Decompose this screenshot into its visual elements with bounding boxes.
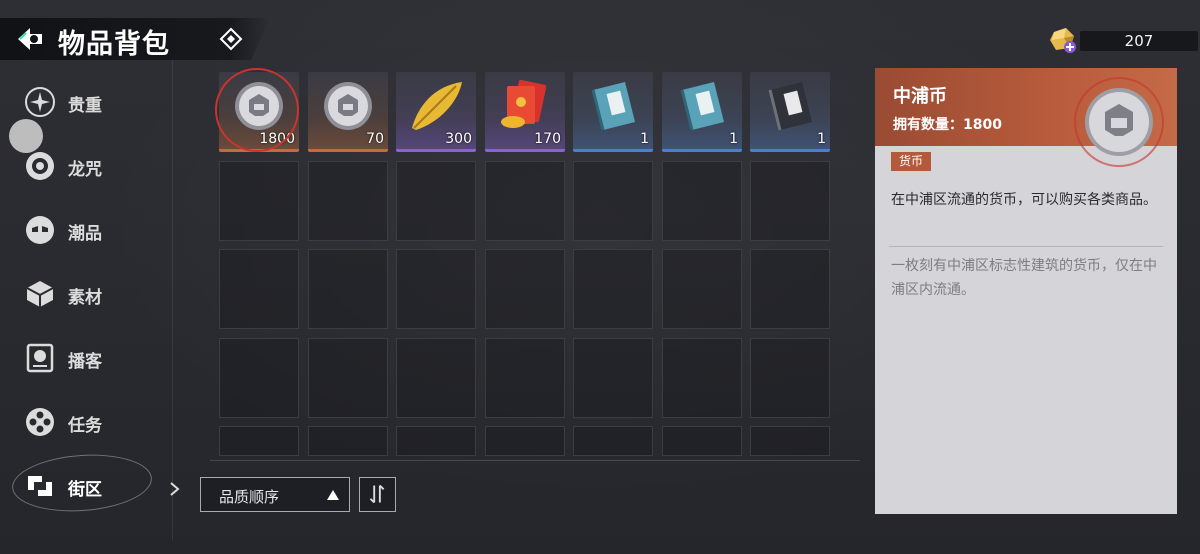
inventory-slot-coin[interactable]: 1800	[219, 72, 299, 152]
item-detail-panel: 中浦币 拥有数量：1800 货币 在中浦区流通的货币，可以购买各类商品。 一枚刻…	[875, 68, 1177, 514]
sidebar-divider	[172, 60, 173, 540]
item-lore: 一枚刻有中浦区标志性建筑的货币，仅在中浦区内流通。	[891, 258, 1157, 298]
currency-display: 207	[1048, 26, 1198, 54]
inventory-slot-empty[interactable]	[573, 161, 653, 241]
film-reel-icon	[26, 408, 54, 436]
premium-currency-icon[interactable]	[1048, 26, 1078, 54]
golden-feather-icon	[412, 82, 462, 130]
book-icon	[680, 82, 724, 131]
inventory-slot-empty[interactable]	[573, 338, 653, 418]
item-count: 1	[640, 131, 649, 147]
inventory-slot-empty[interactable]	[750, 161, 830, 241]
inventory-slot-empty[interactable]	[219, 338, 299, 418]
item-count: 300	[445, 131, 472, 147]
item-category-tag: 货币	[891, 152, 932, 171]
inventory-slot-empty[interactable]	[485, 338, 565, 418]
inventory-slot-red-envelopes[interactable]: 170	[485, 72, 565, 152]
inventory-slot-empty[interactable]	[662, 338, 742, 418]
currency-value: 207	[1124, 32, 1154, 50]
inventory-slot-empty[interactable]	[485, 161, 565, 241]
sidebar-item-trendy[interactable]: 潮品	[20, 208, 160, 252]
inventory-slot-empty[interactable]	[573, 249, 653, 329]
inventory-slot-empty[interactable]	[662, 426, 742, 456]
coin-icon	[324, 82, 372, 130]
item-owned-count: 拥有数量：1800	[893, 117, 1002, 133]
sidebar-item-district[interactable]: 街区	[20, 464, 160, 508]
sidebar-item-label: 街区	[68, 480, 102, 500]
eye-icon	[26, 152, 54, 180]
item-description: 在中浦区流通的货币，可以购买各类商品。	[891, 192, 1157, 208]
inventory-slot-empty[interactable]	[485, 249, 565, 329]
sidebar-item-podcast[interactable]: 播客	[20, 336, 160, 380]
inventory-slot-dark-book[interactable]: 1	[750, 72, 830, 152]
triangle-up-icon	[327, 490, 339, 500]
inventory-slot-empty[interactable]	[308, 426, 388, 456]
item-count: 1	[729, 131, 738, 147]
touch-indicator	[9, 119, 43, 153]
sparkle-icon	[25, 87, 55, 117]
inventory-slot-empty[interactable]	[396, 249, 476, 329]
inventory-slot-empty[interactable]	[396, 338, 476, 418]
sidebar-item-quests[interactable]: 任务	[20, 400, 160, 444]
inventory-slot-empty[interactable]	[662, 161, 742, 241]
sidebar-item-label: 贵重	[68, 96, 102, 116]
page-title: 物品背包	[58, 29, 170, 60]
sidebar-item-materials[interactable]: 素材	[20, 272, 160, 316]
sort-order-button[interactable]	[359, 477, 396, 512]
item-name: 中浦币	[893, 86, 947, 107]
inventory-slot-empty[interactable]	[308, 338, 388, 418]
sidebar-item-label: 素材	[68, 288, 102, 308]
inventory-slot-empty[interactable]	[396, 426, 476, 456]
inventory-slot-empty[interactable]	[750, 426, 830, 456]
sort-dropdown[interactable]: 品质顺序	[200, 477, 350, 512]
mask-icon	[26, 216, 54, 244]
inventory-slot-coin[interactable]: 70	[308, 72, 388, 152]
inventory-slot-empty[interactable]	[219, 249, 299, 329]
inventory-slot-empty[interactable]	[219, 161, 299, 241]
coin-icon	[1074, 77, 1164, 167]
sidebar-item-label: 潮品	[68, 224, 102, 244]
block-icon	[28, 476, 52, 496]
radio-icon	[26, 343, 54, 373]
item-count: 1800	[259, 131, 295, 147]
diamond-icon[interactable]	[219, 27, 243, 51]
inventory-slot-book[interactable]: 1	[662, 72, 742, 152]
inventory-slot-empty[interactable]	[219, 426, 299, 456]
red-envelopes-icon	[501, 79, 547, 128]
inventory-slot-empty[interactable]	[396, 161, 476, 241]
back-icon[interactable]	[14, 24, 46, 54]
dark-book-icon	[768, 82, 812, 131]
inventory-slot-empty[interactable]	[662, 249, 742, 329]
inventory-slot-empty[interactable]	[308, 161, 388, 241]
chevron-right-icon[interactable]	[168, 480, 182, 498]
inventory-slot-empty[interactable]	[573, 426, 653, 456]
sidebar-item-label: 播客	[68, 352, 102, 372]
item-count: 1	[817, 131, 826, 147]
book-icon	[591, 82, 635, 131]
sidebar-item-label: 任务	[68, 416, 102, 436]
sidebar-item-valuables[interactable]: 贵重	[20, 80, 160, 124]
inventory-slot-empty[interactable]	[750, 338, 830, 418]
sort-label: 品质顺序	[219, 488, 280, 506]
sidebar-item-dragon-curse[interactable]: 龙咒	[20, 144, 160, 188]
inventory-slot-empty[interactable]	[308, 249, 388, 329]
panel-divider	[889, 246, 1163, 247]
sidebar-item-label: 龙咒	[68, 160, 102, 180]
inventory-slot-golden-feather[interactable]: 300	[396, 72, 476, 152]
cube-icon	[26, 281, 54, 307]
inventory-slot-book[interactable]: 1	[573, 72, 653, 152]
item-count: 70	[366, 131, 384, 147]
grid-divider	[210, 460, 860, 461]
inventory-slot-empty[interactable]	[485, 426, 565, 456]
coin-icon	[235, 82, 283, 130]
sort-order-icon	[369, 484, 385, 504]
item-count: 170	[534, 131, 561, 147]
inventory-slot-empty[interactable]	[750, 249, 830, 329]
